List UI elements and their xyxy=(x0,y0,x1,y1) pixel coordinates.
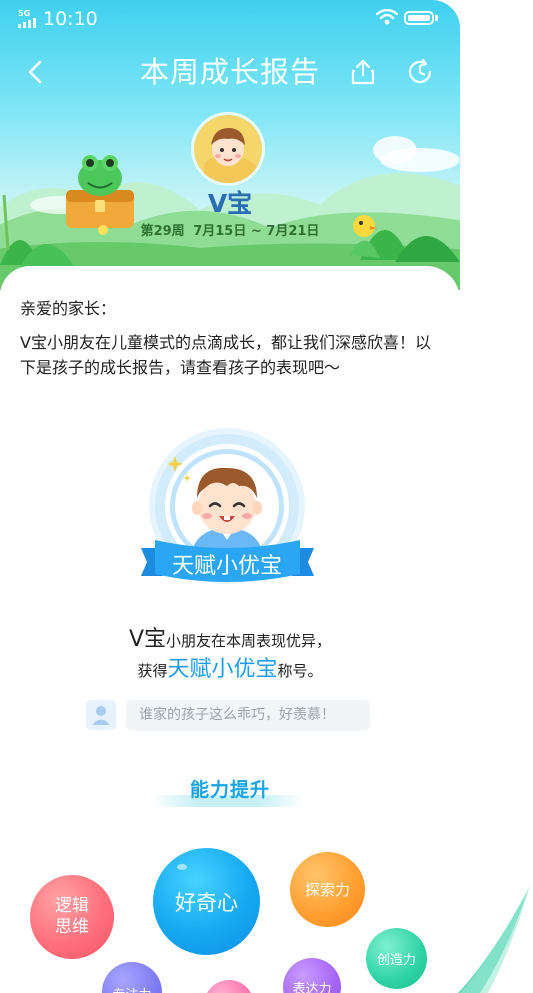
ability-heading: 能力提升 xyxy=(189,779,270,801)
history-icon[interactable] xyxy=(406,58,434,86)
ability-bubble-exploration[interactable]: 探索力 xyxy=(290,852,365,927)
page-curl-decoration xyxy=(458,880,533,993)
ability-label-curiosity: 好奇心 xyxy=(175,890,238,915)
commenter-avatar xyxy=(86,700,116,730)
status-bar: 5G 10:10 xyxy=(0,0,460,36)
page-title: 本周成长报告 xyxy=(139,55,320,89)
back-arrow-icon[interactable] xyxy=(22,56,50,88)
award-title: 天赋小优宝 xyxy=(167,657,278,682)
award-line-1: V宝小朋友在本周表现优异， xyxy=(0,628,460,653)
battery-tip xyxy=(435,15,438,21)
battery-icon xyxy=(404,11,434,25)
week-number: 第29周 xyxy=(140,224,185,239)
network-type: 5G xyxy=(18,9,31,18)
award-prefix: 获得 xyxy=(137,662,168,680)
child-face-icon xyxy=(194,115,262,183)
child-avatar[interactable] xyxy=(191,112,265,186)
signal-icon xyxy=(18,18,36,28)
report-header: 5G 10:10 本周成长报告 V宝 第29周 7月15日 ~ 7月21日 xyxy=(0,0,460,290)
letter-greeting: 亲爱的家长： xyxy=(20,299,117,318)
comment-input[interactable]: 谁家的孩子这么乖巧，好羡慕！ xyxy=(126,700,370,731)
user-icon xyxy=(92,706,110,725)
ability-label-logic: 逻辑 思维 xyxy=(55,896,89,937)
week-range: 第29周 7月15日 ~ 7月21日 xyxy=(0,223,460,241)
badge-text: 天赋小优宝 xyxy=(172,554,282,579)
ability-bubble-curiosity[interactable]: 好奇心 xyxy=(153,848,260,955)
ability-label-expression: 表达力 xyxy=(292,982,332,993)
award-line-1-text: 小朋友在本周表现优异， xyxy=(166,632,332,650)
bubble-highlight xyxy=(177,864,187,870)
date-range: 7月15日 ~ 7月21日 xyxy=(193,224,320,239)
ability-bubble-logic[interactable]: 逻辑 思维 xyxy=(30,875,114,959)
award-line-2: 获得天赋小优宝称号。 xyxy=(0,656,460,685)
award-badge: 天赋小优宝 xyxy=(141,428,314,584)
wifi-icon xyxy=(376,9,398,25)
clock: 10:10 xyxy=(43,8,98,30)
ability-label-focus: 专注力 xyxy=(112,984,151,993)
letter-body: V宝小朋友在儿童模式的点滴成长，都让我们深感欣喜！以下是孩子的成长报告，请查看孩… xyxy=(20,333,431,377)
child-name: V宝 xyxy=(207,189,253,218)
award-child-name: V宝 xyxy=(128,627,167,652)
ability-label-exploration: 探索力 xyxy=(304,881,350,899)
share-icon[interactable] xyxy=(350,58,376,86)
award-suffix: 称号。 xyxy=(277,662,323,680)
